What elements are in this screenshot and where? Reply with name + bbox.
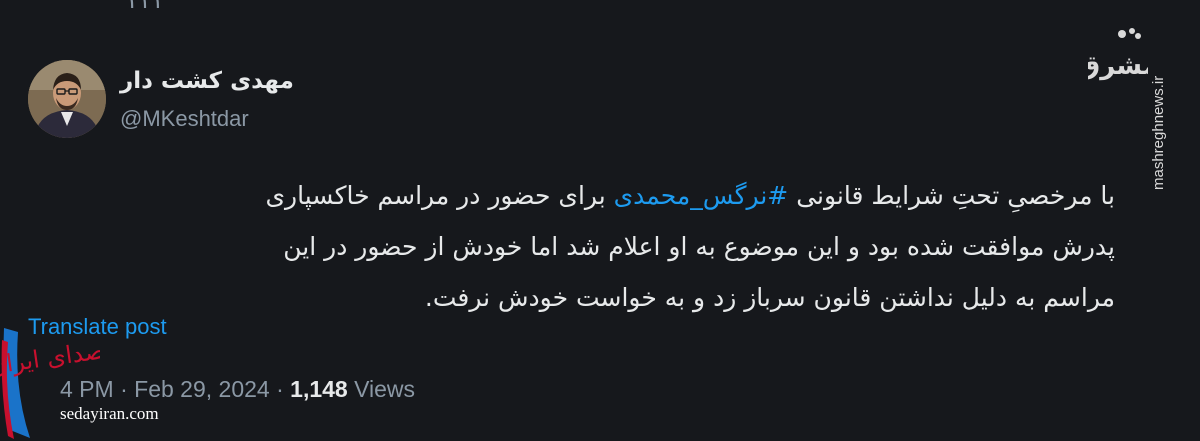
tweet-text-line-1: با مرخصیِ تحتِ شرایط قانونی #نرگس_محمدی … xyxy=(200,170,1115,221)
tweet-date[interactable]: Feb 29, 2024 xyxy=(134,376,270,402)
avatar[interactable] xyxy=(28,60,106,138)
mashregh-url: mashreghnews.ir xyxy=(1150,75,1167,190)
tweet-metadata: 4 PM · Feb 29, 2024 · 1,148 Views xyxy=(60,376,415,403)
hashtag-link[interactable]: #نرگس_محمدی xyxy=(614,181,789,210)
seday-iran-url: sedayiran.com xyxy=(60,404,159,423)
mashregh-logo: مشرق xyxy=(1077,22,1159,92)
views-count: 1,148 xyxy=(290,376,348,402)
tweet-text-line-3: مراسم به دلیل نداشتن قانون سرباز زد و به… xyxy=(424,283,1115,312)
meta-separator: · xyxy=(276,376,284,402)
author-handle[interactable]: @MKeshtdar xyxy=(120,106,249,132)
mashregh-logo-mark: مشرق xyxy=(1077,28,1159,81)
tweet-text: با مرخصیِ تحتِ شرایط قانونی #نرگس_محمدی … xyxy=(200,170,1115,323)
mashregh-logo-text: مشرق xyxy=(1088,51,1148,81)
meta-separator: · xyxy=(120,376,128,402)
author-display-name[interactable]: مهدی کشت دار xyxy=(120,68,294,94)
views-label: Views xyxy=(354,376,416,402)
avatar-image xyxy=(28,60,106,138)
tweet-screenshot: ۱۱۱ مهدی کشت دار @MKeshtdar با مرخصیِ تح… xyxy=(0,0,1200,441)
tweet-text-line-1-start: با مرخصیِ تحتِ شرایط قانونی xyxy=(788,181,1115,210)
tweet-text-line-2: پدرش موافقت شده بود و این موضوع به او اع… xyxy=(283,232,1115,261)
clipped-top-text: ۱۱۱ xyxy=(125,0,164,14)
tweet-text-line-1-end: برای حضور در مراسم خاکسپاری xyxy=(265,181,614,210)
